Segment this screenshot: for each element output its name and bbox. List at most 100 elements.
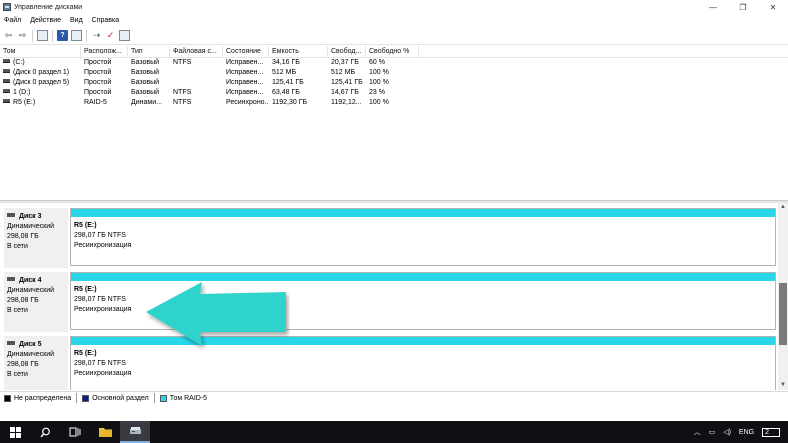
column-header-free-space[interactable]: Свобод... [328,46,366,57]
disk-icon [7,341,15,346]
column-header-status[interactable]: Состояние [223,46,269,57]
disk-status: В сети [7,371,28,378]
disk-label[interactable]: Диск 5 Динамический 298,08 ГБ В сети [4,336,68,390]
show-hidden-icons-icon[interactable]: ︿ [694,427,701,437]
menu-bar: Файл Действие Вид Справка [0,14,788,27]
file-explorer-button[interactable] [90,421,120,443]
column-header-layout[interactable]: Располож... [81,46,128,57]
legend-unallocated: Не распределена [4,394,72,402]
cell-volume: (Диск 0 раздел 1) [13,69,70,76]
cell-capacity: 512 МБ [272,69,297,76]
disk-management-taskbar-button[interactable] [120,421,150,443]
legend-label: Не распределена [14,394,72,402]
cell-type: Базовый [131,89,160,96]
column-header-capacity[interactable]: Емкость [269,46,328,57]
legend-label: Основной раздел [92,394,149,402]
disk-management-app-icon [3,3,11,11]
cell-free-space: 125,41 ГБ [331,79,363,86]
cell-status: Исправен... [226,59,264,66]
disk-row-5: Диск 5 Динамический 298,08 ГБ В сети R5 … [4,334,776,390]
column-header-free-percent[interactable]: Свободно % [366,46,419,57]
system-tray: ︿ ▭ ◁) ENG 2 [694,421,788,443]
disk-row-4: Диск 4 Динамический 298,08 ГБ В сети R5 … [4,270,776,332]
disk-management-icon [129,427,141,434]
raid5-partition[interactable]: R5 (E:) 298,07 ГБ NTFS Ресинхронизация [70,208,776,266]
legend-swatch [82,394,90,402]
table-row[interactable]: (C:) Простой Базовый NTFS Исправен... 34… [0,58,788,68]
volume-icon[interactable]: ◁) [723,428,731,436]
disk-name: Диск 3 [19,213,42,220]
cell-type: Базовый [131,59,160,66]
scroll-down-icon[interactable]: ▼ [778,381,788,390]
cell-type: Базовый [131,69,160,76]
language-indicator[interactable]: ENG [739,429,754,436]
disk-graphical-view: Диск 3 Динамический 298,08 ГБ В сети R5 … [0,203,778,390]
cell-layout: Простой [84,79,112,86]
cell-free-percent: 23 % [369,89,385,96]
maximize-button[interactable]: ❐ [728,0,758,14]
cell-free-percent: 100 % [369,99,389,106]
table-row[interactable]: (Диск 0 раздел 5) Простой Базовый Исправ… [0,78,788,88]
vertical-scrollbar[interactable]: ▲ ▼ [778,203,788,390]
minimize-button[interactable]: — [698,0,728,14]
search-button[interactable] [30,421,60,443]
table-row[interactable]: 1 (D:) Простой Базовый NTFS Исправен... … [0,88,788,98]
legend-separator [76,393,78,403]
cell-free-space: 1192,12... [331,99,362,106]
cell-status: Исправен... [226,79,264,86]
task-view-button[interactable] [60,421,90,443]
console-tree-icon[interactable] [37,30,48,41]
column-header-volume[interactable]: Том [0,46,81,57]
help-icon[interactable]: ? [57,30,68,41]
window-view-icon[interactable] [119,30,130,41]
table-row[interactable]: (Диск 0 раздел 1) Простой Базовый Исправ… [0,68,788,78]
disk-status: В сети [7,243,28,250]
cell-filesystem: NTFS [173,99,192,106]
menu-action[interactable]: Действие [30,17,61,24]
cell-layout: RAID-5 [84,99,107,106]
menu-help[interactable]: Справка [92,17,119,24]
disk-size: 298,08 ГБ [7,233,39,240]
windows-logo-icon [9,426,21,438]
cell-filesystem [170,78,223,88]
column-header-filesystem[interactable]: Файловая с... [170,46,223,57]
forward-arrow-icon[interactable]: ⇨ [17,30,28,41]
cell-capacity: 34,16 ГБ [272,59,300,66]
notification-center-icon[interactable]: 2 [762,427,780,437]
scrollbar-thumb[interactable] [779,283,787,345]
taskbar: ︿ ▭ ◁) ENG 2 [0,421,788,443]
volume-table-header: Том Располож... Тип Файловая с... Состоя… [0,46,788,58]
menu-file[interactable]: Файл [4,17,21,24]
disk-icon [7,213,15,218]
column-header-type[interactable]: Тип [128,46,170,57]
partition-size: 298,07 ГБ NTFS [74,360,126,367]
close-button[interactable]: ✕ [758,0,788,14]
disk-label[interactable]: Диск 4 Динамический 298,08 ГБ В сети [4,272,68,332]
volume-icon [3,69,10,74]
volume-icon [3,79,10,84]
annotation-arrow-icon [146,282,286,346]
partition-name: R5 (E:) [74,350,97,357]
connect-disk-icon[interactable]: ⇢ [91,30,102,41]
scroll-up-icon[interactable]: ▲ [778,203,788,212]
volume-icon [3,99,10,104]
properties-icon[interactable] [71,30,82,41]
cell-free-space: 20,37 ГБ [331,59,359,66]
disk-label[interactable]: Диск 3 Динамический 298,08 ГБ В сети [4,208,68,268]
menu-view[interactable]: Вид [70,17,83,24]
legend-separator [153,393,155,403]
cell-free-space: 14,67 ГБ [331,89,359,96]
cell-status: Исправен... [226,89,264,96]
title-bar: Управление дисками — ❐ ✕ [0,0,788,14]
toolbar-separator [32,29,33,42]
cell-layout: Простой [84,59,112,66]
network-icon[interactable]: ▭ [709,428,716,436]
back-arrow-icon[interactable]: ⇦ [3,30,14,41]
start-button[interactable] [0,421,30,443]
checklist-icon[interactable]: ✓ [105,30,116,41]
volume-icon [3,89,10,94]
table-row[interactable]: R5 (E:) RAID-5 Динами... NTFS Ресинхроно… [0,98,788,108]
window-title: Управление дисками [14,3,83,11]
cell-layout: Простой [84,89,112,96]
disk-icon [7,277,15,282]
